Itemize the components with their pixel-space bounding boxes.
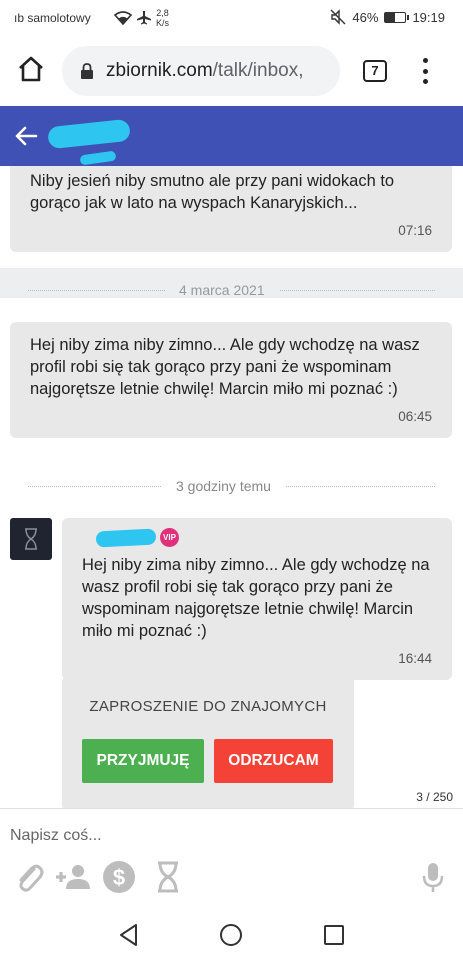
message-input[interactable]: Napisz coś... (10, 827, 102, 845)
home-circle-icon[interactable] (218, 922, 244, 948)
wifi-icon (114, 11, 132, 25)
network-speed: 2,8 K/s (156, 8, 169, 28)
battery-percent: 46% (352, 9, 379, 25)
message-time: 16:44 (398, 651, 432, 666)
url-path: /talk/inbox, (212, 60, 304, 81)
lock-icon (81, 63, 93, 79)
redacted-contact-subtitle (79, 150, 117, 166)
browser-toolbar: zbiornik.com/talk/inbox, 7 (0, 36, 463, 106)
message-text: Niby jesień niby smutno ale przy pani wi… (30, 172, 395, 212)
home-icon[interactable] (16, 54, 46, 84)
vip-badge: VIP (160, 528, 179, 548)
date-separator-label: 4 marca 2021 (165, 282, 279, 298)
sender-line: VIP (95, 526, 432, 548)
address-bar[interactable]: zbiornik.com/talk/inbox, (62, 46, 340, 96)
battery-level-fill (385, 12, 395, 22)
avatar[interactable] (10, 518, 52, 560)
add-person-icon[interactable] (54, 859, 92, 895)
microphone-icon[interactable] (420, 859, 446, 895)
url-text: zbiornik.com/talk/inbox, (106, 60, 303, 82)
svg-text:$: $ (113, 865, 125, 890)
status-bar: ıb samolotowy 2,8 K/s 46% 19:19 (0, 0, 463, 36)
message-bubble: VIP Hej niby zima niby zimno... Ale gdy … (62, 518, 452, 680)
battery-icon (384, 11, 410, 23)
date-separator-bar: 4 marca 2021 (0, 268, 463, 298)
clock: 19:19 (412, 9, 445, 25)
hourglass-icon (25, 528, 37, 550)
redacted-contact-name (47, 118, 131, 150)
mute-icon (330, 9, 346, 25)
message-bubble: Hej niby zima niby zimno... Ale gdy wcho… (10, 322, 452, 438)
network-speed-value: 2,8 (156, 8, 169, 18)
dollar-icon[interactable]: $ (102, 859, 136, 895)
system-status: 46% 19:19 (330, 9, 445, 25)
message-time: 07:16 (398, 223, 432, 238)
message-bubble: Niby jesień niby smutno ale przy pani wi… (10, 166, 452, 252)
invitation-title: ZAPROSZENIE DO ZNAJOMYCH (89, 698, 327, 715)
arrow-left-icon[interactable] (12, 122, 40, 150)
time-separator-label: 3 godziny temu (162, 478, 285, 494)
message-text: Hej niby zima niby zimno... Ale gdy wcho… (82, 556, 430, 640)
redacted-sender-name (95, 528, 157, 548)
message-text: Hej niby zima niby zimno... Ale gdy wcho… (30, 336, 420, 398)
carrier-label: ıb samolotowy (14, 11, 91, 25)
message-time: 06:45 (398, 409, 432, 424)
more-options-icon[interactable] (420, 58, 430, 84)
message-composer: Napisz coś... $ (0, 808, 463, 910)
paperclip-icon[interactable] (12, 859, 46, 895)
conversation-header (0, 106, 463, 166)
network-status: 2,8 K/s (114, 8, 169, 28)
url-host: zbiornik.com (106, 60, 213, 81)
character-counter: 3 / 250 (416, 790, 453, 804)
network-speed-unit: K/s (156, 18, 170, 28)
back-triangle-icon[interactable] (116, 922, 142, 948)
hourglass-icon[interactable] (153, 859, 183, 895)
friend-invitation-card: ZAPROSZENIE DO ZNAJOMYCH PRZYJMUJĘ ODRZU… (62, 676, 354, 808)
accept-button[interactable]: PRZYJMUJĘ (82, 739, 204, 783)
reject-button[interactable]: ODRZUCAM (214, 739, 333, 783)
message-list[interactable]: Niby jesień niby smutno ale przy pani wi… (0, 166, 463, 808)
airplane-icon (137, 11, 151, 25)
tab-switcher-button[interactable]: 7 (363, 60, 387, 82)
system-navigation-bar (0, 910, 463, 960)
recent-apps-icon[interactable] (321, 922, 347, 948)
